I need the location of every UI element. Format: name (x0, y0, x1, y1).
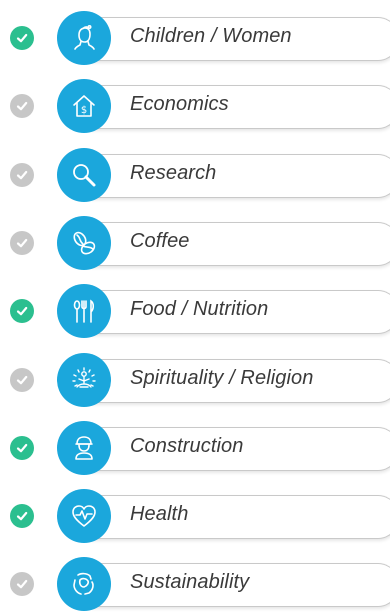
category-label: Food / Nutrition (130, 298, 269, 320)
category-row-research[interactable]: Research (0, 145, 390, 205)
checkmark-icon[interactable] (10, 299, 34, 323)
checkmark-icon[interactable] (10, 26, 34, 50)
category-label: Economics (130, 93, 229, 115)
category-label: Spirituality / Religion (130, 367, 314, 389)
svg-text:$: $ (81, 105, 87, 116)
checkmark-icon[interactable] (10, 436, 34, 460)
category-label: Children / Women (130, 25, 292, 47)
category-row-construction[interactable]: Construction (0, 418, 390, 478)
heart-pulse-icon (57, 489, 111, 543)
category-row-economics[interactable]: $ Economics (0, 76, 390, 136)
checkmark-icon[interactable] (10, 572, 34, 596)
category-label: Sustainability (130, 571, 250, 593)
category-label: Coffee (130, 230, 190, 252)
checkmark-icon[interactable] (10, 368, 34, 392)
recycle-globe-icon (57, 557, 111, 611)
category-row-spirituality-religion[interactable]: Spirituality / Religion (0, 350, 390, 410)
category-row-food-nutrition[interactable]: Food / Nutrition (0, 281, 390, 341)
checkmark-icon[interactable] (10, 504, 34, 528)
category-row-health[interactable]: Health (0, 486, 390, 546)
category-label: Health (130, 503, 189, 525)
meditation-icon (57, 353, 111, 407)
child-face-icon (57, 11, 111, 65)
coffee-bean-icon (57, 216, 111, 270)
category-label: Construction (130, 435, 244, 457)
category-label: Research (130, 162, 217, 184)
magnifier-icon (57, 148, 111, 202)
checkmark-icon[interactable] (10, 231, 34, 255)
category-row-coffee[interactable]: Coffee (0, 213, 390, 273)
category-row-children-women[interactable]: Children / Women (0, 8, 390, 68)
worker-helmet-icon (57, 421, 111, 475)
category-list: Children / Women $ Economics Research Co… (0, 0, 390, 611)
category-row-sustainability[interactable]: Sustainability (0, 554, 390, 614)
checkmark-icon[interactable] (10, 163, 34, 187)
utensils-icon (57, 284, 111, 338)
checkmark-icon[interactable] (10, 94, 34, 118)
house-dollar-icon: $ (57, 79, 111, 133)
